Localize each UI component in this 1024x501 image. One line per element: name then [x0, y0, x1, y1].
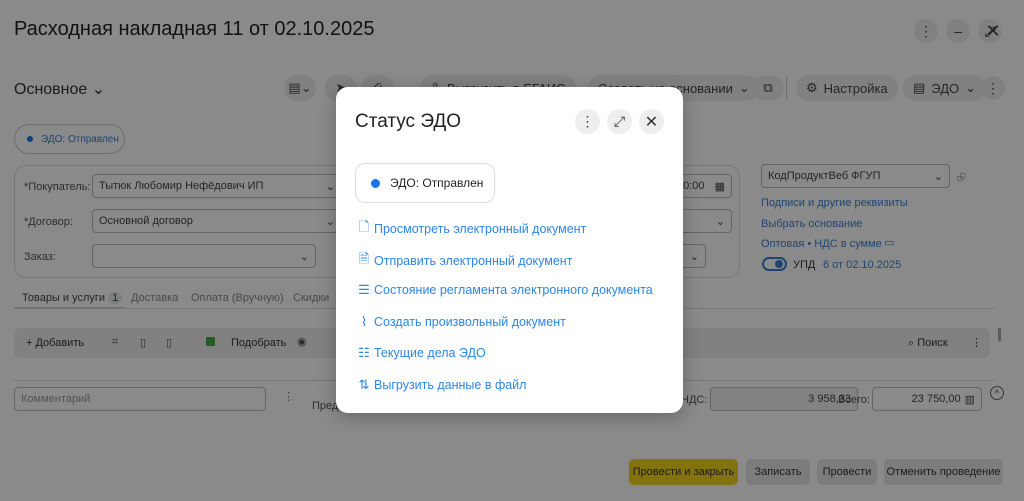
- create-custom-document-link[interactable]: ⌇ Создать произвольный документ: [356, 314, 566, 330]
- expand-icon[interactable]: ⤢: [607, 109, 632, 134]
- dialog-title: Статус ЭДО: [355, 111, 462, 132]
- list-icon: ☰: [358, 282, 370, 297]
- view-document-link[interactable]: 🗋 Просмотреть электронный документ: [356, 218, 587, 240]
- menu-item-label: Состояние регламента электронного докуме…: [374, 283, 653, 297]
- paperclip-icon: ⌇: [360, 314, 368, 329]
- close-icon[interactable]: ✕: [639, 109, 664, 134]
- menu-item-label: Отправить электронный документ: [374, 254, 573, 268]
- menu-item-label: Просмотреть электронный документ: [374, 222, 587, 236]
- menu-item-label: Создать произвольный документ: [374, 315, 566, 329]
- status-label: ЭДО: Отправлен: [390, 176, 484, 190]
- current-tasks-link[interactable]: ☷ Текущие дела ЭДО: [356, 345, 486, 361]
- regulation-status-link[interactable]: ☰ Состояние регламента электронного докум…: [356, 282, 653, 298]
- export-file-link[interactable]: ⇅ Выгрузить данные в файл: [356, 377, 527, 393]
- menu-item-label: Выгрузить данные в файл: [374, 378, 527, 392]
- tasks-icon: ☷: [358, 345, 370, 360]
- send-document-link[interactable]: 🗎 Отправить электронный документ: [356, 250, 573, 272]
- document-icon: 🗋: [358, 219, 370, 234]
- export-icon: ⇅: [358, 377, 370, 392]
- menu-item-label: Текущие дела ЭДО: [374, 346, 486, 360]
- edo-status-dialog: Статус ЭДО ⋮ ⤢ ✕ ЭДО: Отправлен 🗋 Просмот…: [336, 87, 683, 413]
- more-icon[interactable]: ⋮: [575, 109, 600, 134]
- edo-status-badge: ЭДО: Отправлен: [355, 163, 495, 203]
- send-document-icon: 🗎: [358, 251, 370, 266]
- status-dot: [371, 178, 380, 188]
